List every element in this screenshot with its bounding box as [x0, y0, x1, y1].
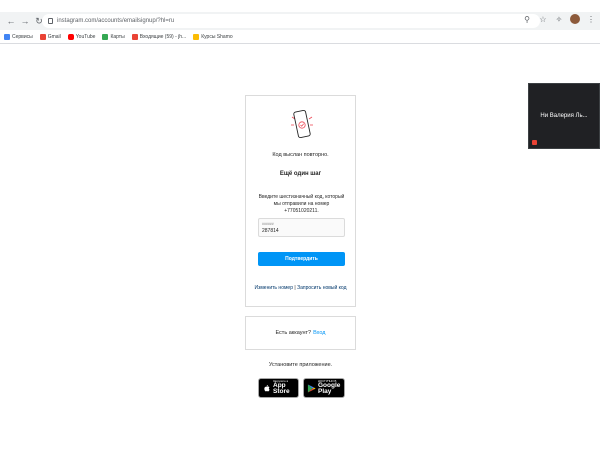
page-bottom — [0, 428, 600, 450]
app-store-button[interactable]: Загрузите в App Store — [258, 378, 299, 398]
login-link[interactable]: Вход — [313, 330, 325, 336]
app-store-big-text: App Store — [273, 381, 290, 396]
back-icon[interactable]: ← — [4, 14, 18, 28]
bookmark-youtube[interactable]: YouTube — [67, 33, 95, 40]
login-box: Есть аккаунт? Вход — [245, 316, 356, 350]
bookmark-courses[interactable]: Курсы Shamo — [193, 33, 233, 40]
phone-confirm-icon — [291, 109, 313, 139]
bookmark-icon — [193, 33, 200, 40]
code-links: Изменить номер | Запросить новый код — [246, 285, 355, 291]
bookmark-maps[interactable]: Карты — [102, 33, 125, 40]
code-field-value: 287814 — [262, 228, 279, 234]
change-number-link[interactable]: Изменить номер — [254, 285, 292, 291]
gmail-icon — [39, 33, 46, 40]
instructions-text: Введите шестизначный код, который мы отп… — [258, 194, 345, 214]
code-field-placeholder: ###### — [262, 222, 274, 226]
bookmark-inbox[interactable]: Входящие (59) - jh... — [131, 33, 186, 40]
participant-name: Ни Валерия Ль... — [540, 113, 588, 119]
star-icon[interactable]: ☆ — [538, 15, 548, 24]
bookmarks-bar: Сервисы Gmail YouTube Карты Входящие (59… — [0, 30, 600, 44]
bookmark-gmail[interactable]: Gmail — [39, 33, 61, 40]
maps-icon — [102, 33, 109, 40]
lock-icon — [48, 18, 53, 24]
extensions-icon[interactable]: ✧ — [554, 15, 564, 24]
youtube-icon — [67, 33, 74, 40]
browser-toolbar: ← → ↻ ⌂ instagram.com/accounts/emailsign… — [0, 12, 600, 30]
install-app-text: Установите приложение. — [268, 362, 333, 368]
request-new-code-link[interactable]: Запросить новый код — [297, 285, 346, 291]
video-call-tile[interactable]: Ни Валерия Ль... — [528, 83, 600, 149]
address-bar[interactable]: instagram.com/accounts/emailsignup/?hl=r… — [42, 14, 540, 28]
step-title: Ещё один шаг — [279, 171, 322, 177]
url-text: instagram.com/accounts/emailsignup/?hl=r… — [57, 18, 175, 24]
google-play-button[interactable]: ДОСТУПНО В Google Play — [303, 378, 345, 398]
google-play-big-text: Google Play — [318, 381, 341, 396]
status-message: Код выслан повторно. — [272, 152, 329, 158]
forward-icon[interactable]: → — [18, 14, 32, 28]
bookmark-services[interactable]: Сервисы — [4, 33, 33, 40]
menu-icon[interactable]: ⋮ — [586, 15, 596, 24]
login-prompt: Есть аккаунт? — [275, 330, 312, 336]
link-separator: | — [294, 285, 296, 291]
apple-icon — [264, 384, 270, 391]
gmail-icon — [131, 33, 138, 40]
app-store-badges: Загрузите в App Store ДОСТУПНО В Google … — [258, 378, 345, 398]
key-icon[interactable]: ⚲ — [522, 15, 532, 24]
confirmation-card: Код выслан повторно. Ещё один шаг Введит… — [245, 95, 356, 307]
apps-icon — [4, 33, 10, 40]
google-play-icon — [307, 383, 316, 393]
confirm-button[interactable]: Подтвердить — [258, 252, 345, 266]
profile-avatar[interactable] — [570, 14, 580, 24]
mic-muted-icon — [532, 140, 537, 145]
confirmation-code-input[interactable]: ###### 287814 — [258, 218, 345, 237]
